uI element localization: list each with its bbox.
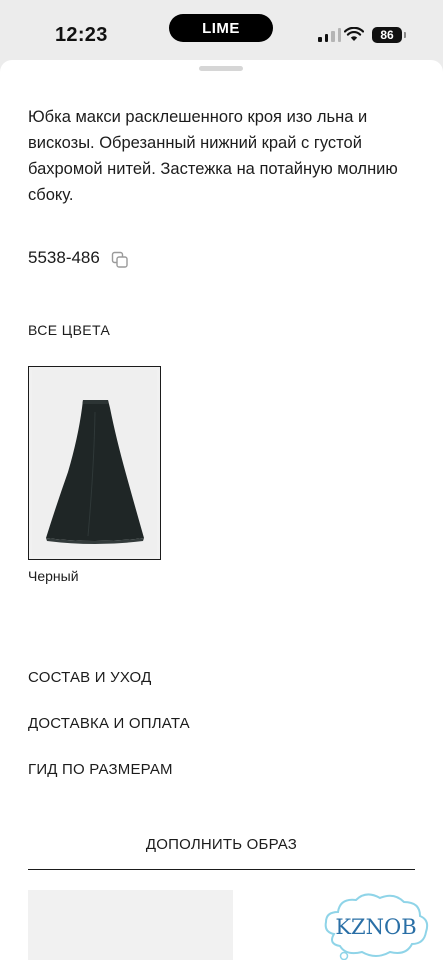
complete-look-tab[interactable]: ДОПОЛНИТЬ ОБРАЗ — [28, 836, 415, 870]
product-description: Юбка макси расклешенного кроя изо льна и… — [28, 108, 398, 204]
composition-care-link[interactable]: СОСТАВ И УХОД — [28, 669, 151, 686]
sheet-grabber[interactable] — [199, 66, 243, 71]
product-details-sheet: Юбка макси расклешенного кроя изо льна и… — [0, 60, 443, 960]
product-reference-row: 5538-486 — [28, 248, 130, 268]
dynamic-island: LIME — [169, 14, 273, 42]
size-guide-link[interactable]: ГИД ПО РАЗМЕРАМ — [28, 761, 173, 778]
watermark-logo: KZNOB — [324, 893, 429, 960]
cellular-signal-icon — [318, 28, 341, 42]
battery-icon: 86 — [372, 27, 406, 43]
watermark-text: KZNOB — [335, 915, 416, 939]
color-swatch-label: Черный — [28, 568, 79, 584]
skirt-image — [45, 400, 144, 544]
status-bar: 12:23 LIME 86 — [0, 0, 443, 62]
recommendation-card[interactable] — [28, 890, 233, 960]
product-reference: 5538-486 — [28, 248, 100, 267]
delivery-payment-link[interactable]: ДОСТАВКА И ОПЛАТА — [28, 715, 190, 732]
copy-icon[interactable] — [110, 250, 130, 270]
color-swatch-black[interactable] — [28, 366, 161, 560]
wifi-icon — [344, 27, 364, 41]
status-time: 12:23 — [55, 24, 108, 46]
all-colors-heading: ВСЕ ЦВЕТА — [28, 322, 111, 338]
skirt-thumbnail — [32, 370, 157, 556]
